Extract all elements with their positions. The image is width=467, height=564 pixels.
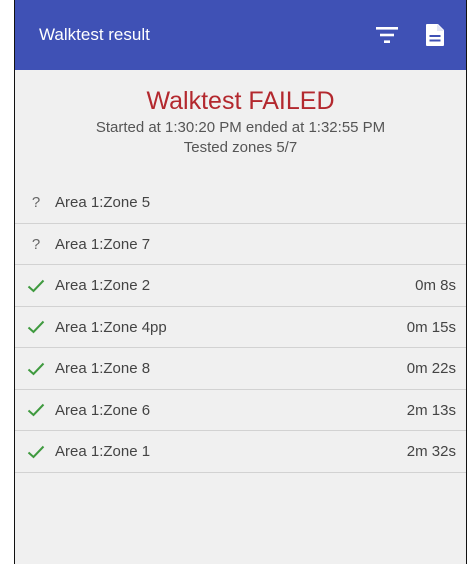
question-icon: ? [31,235,41,253]
check-icon [25,348,47,389]
zone-name: Area 1:Zone 7 [55,235,151,253]
zone-row[interactable]: Area 1:Zone 6 2m 13s [15,390,466,431]
check-icon [25,265,47,306]
zone-row[interactable]: Area 1:Zone 2 0m 8s [15,265,466,307]
zone-name: Area 1:Zone 5 [55,194,151,211]
zone-name: Area 1:Zone 4pp [55,318,167,336]
app-bar-title: Walktest result [39,25,150,44]
zone-time: 2m 32s [406,443,456,460]
document-icon [426,24,444,46]
check-icon [25,390,47,431]
screen: Walktest result Walktest FAILED Started … [14,0,467,564]
zone-name: Area 1:Zone 6 [55,401,151,419]
zone-time: 0m 8s [415,277,456,294]
zone-row[interactable]: Area 1:Zone 1 2m 32s [15,431,466,473]
zone-row[interactable]: ? Area 1:Zone 5 [15,182,466,224]
tested-zones-count: Tested zones 5/7 [183,139,298,156]
zone-row[interactable]: ? Area 1:Zone 7 [15,224,466,265]
zone-list: ? Area 1:Zone 5 ? Area 1:Zone 7 Area 1:Z… [15,182,466,473]
zone-time: 0m 15s [406,318,456,336]
zone-name: Area 1:Zone 8 [55,360,151,377]
check-icon [25,431,47,472]
app-bar: Walktest result [15,0,466,70]
walktest-summary: Walktest FAILED Started at 1:30:20 PM en… [15,86,466,158]
zone-name: Area 1:Zone 1 [55,443,151,460]
walktest-times: Started at 1:30:20 PM ended at 1:32:55 P… [95,119,386,136]
zone-row[interactable]: Area 1:Zone 4pp 0m 15s [15,307,466,348]
export-report-button[interactable] [421,21,449,49]
zone-row[interactable]: Area 1:Zone 8 0m 22s [15,348,466,390]
zone-name: Area 1:Zone 2 [55,277,151,294]
filter-icon [376,27,398,43]
zone-time: 0m 22s [406,360,456,377]
filter-button[interactable] [373,21,401,49]
zone-time: 2m 13s [406,401,456,419]
question-icon: ? [31,194,41,211]
check-icon [25,307,47,348]
walktest-status: Walktest FAILED [146,87,335,115]
